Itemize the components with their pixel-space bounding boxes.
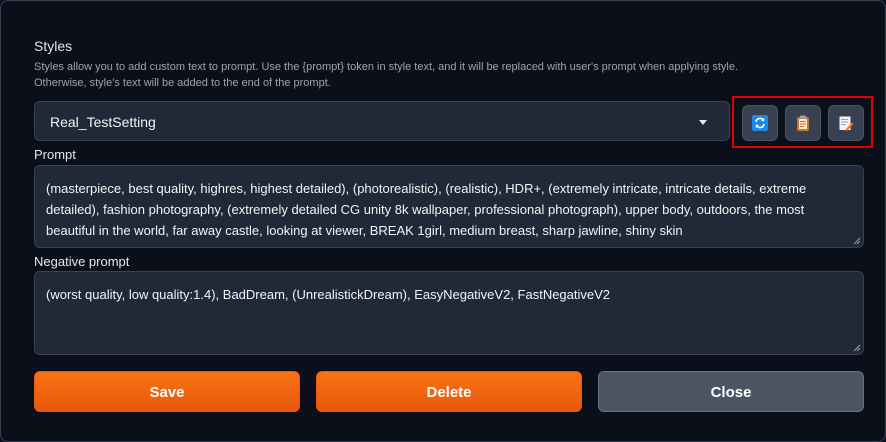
prompt-textarea[interactable]: (masterpiece, best quality, highres, hig…	[34, 165, 864, 248]
clipboard-icon	[797, 115, 809, 131]
refresh-icon	[752, 115, 768, 131]
negative-prompt-textarea[interactable]: (worst quality, low quality:1.4), BadDre…	[34, 271, 864, 355]
style-select-dropdown[interactable]: Real_TestSetting	[34, 101, 730, 141]
styles-title: Styles	[34, 38, 73, 54]
prompt-text: (masterpiece, best quality, highres, hig…	[46, 181, 807, 238]
negative-prompt-text: (worst quality, low quality:1.4), BadDre…	[46, 287, 611, 302]
edit-styles-button[interactable]	[828, 105, 864, 141]
save-button[interactable]: Save	[34, 371, 300, 412]
close-button[interactable]: Close	[598, 371, 864, 412]
apply-style-button[interactable]	[785, 105, 821, 141]
style-select-value: Real_TestSetting	[50, 114, 156, 130]
resize-handle-icon[interactable]	[853, 344, 861, 352]
delete-button[interactable]: Delete	[316, 371, 582, 412]
negative-prompt-label: Negative prompt	[34, 254, 130, 269]
edit-icon	[839, 116, 854, 131]
prompt-label: Prompt	[34, 147, 76, 162]
resize-handle-icon[interactable]	[853, 237, 861, 245]
refresh-styles-button[interactable]	[742, 105, 778, 141]
chevron-down-icon	[699, 120, 707, 125]
styles-dialog: Styles Styles allow you to add custom te…	[0, 0, 886, 442]
styles-description: Styles allow you to add custom text to p…	[34, 61, 739, 89]
